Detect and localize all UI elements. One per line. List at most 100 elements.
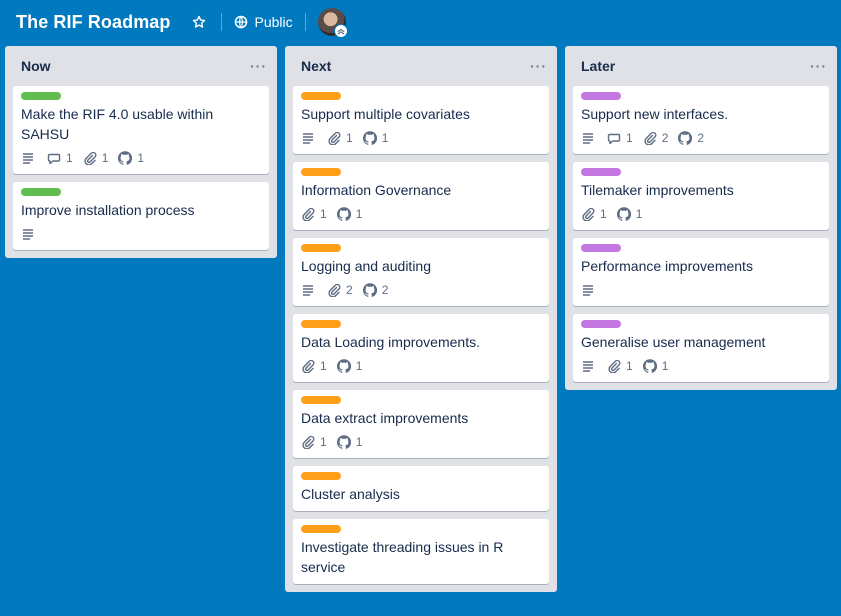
badge-count: 1: [101, 151, 109, 165]
attachments-badge: 1: [301, 207, 327, 221]
attachments-badge: 1: [83, 151, 109, 165]
list-menu-button[interactable]: ···: [530, 58, 547, 74]
badge-count: 2: [661, 131, 669, 145]
card-badges: [21, 222, 261, 246]
card-title: Tilemaker improvements: [581, 182, 734, 198]
card-label[interactable]: [301, 320, 341, 328]
card-badges: 11: [301, 430, 541, 454]
badge-count: 1: [355, 359, 363, 373]
github-icon: [362, 283, 382, 297]
card[interactable]: Information Governance 1 1: [293, 162, 549, 230]
card[interactable]: Make the RIF 4.0 usable within SAHSU 1 1 1: [13, 86, 269, 174]
card-title: Performance improvements: [581, 258, 753, 274]
github-badge: 2: [678, 131, 704, 145]
comment-icon: [607, 131, 626, 145]
description-icon: [21, 151, 35, 165]
card-title: Make the RIF 4.0 usable within SAHSU: [21, 106, 214, 142]
card-badges: [581, 278, 821, 302]
badge-count: 1: [600, 207, 607, 221]
description-icon: [581, 359, 595, 373]
attachment-icon: [327, 131, 346, 145]
list-menu-button[interactable]: ···: [810, 58, 827, 74]
card-badges: 1 1 1: [21, 146, 261, 170]
attachments-badge: 2: [643, 131, 669, 145]
attachment-icon: [301, 207, 320, 221]
github-badge: 1: [336, 359, 363, 373]
description-icon: [581, 283, 595, 297]
attachments-badge: 1: [301, 359, 327, 373]
badge-count: 1: [626, 359, 633, 373]
list-title[interactable]: Next: [301, 58, 331, 74]
card[interactable]: Logging and auditing 2 2: [293, 238, 549, 306]
card-badges: 11: [301, 354, 541, 378]
card[interactable]: Data extract improvements 1 1: [293, 390, 549, 458]
star-button[interactable]: [189, 12, 209, 32]
card-badges: 11: [301, 126, 541, 150]
card-title: Logging and auditing: [301, 258, 432, 274]
card-label[interactable]: [301, 396, 341, 404]
visibility-button[interactable]: Public: [234, 14, 293, 30]
card-label[interactable]: [21, 188, 61, 196]
badge-count: 1: [320, 207, 327, 221]
attachment-icon: [643, 131, 662, 145]
github-icon: [118, 151, 137, 165]
badge-count: 1: [137, 151, 145, 165]
card-title: Information Governance: [301, 182, 452, 198]
list-later: Later ··· Support new interfaces. 1 2 2 Tile…: [565, 46, 837, 390]
card-badges: 11: [581, 354, 821, 378]
board-title[interactable]: The RIF Roadmap: [16, 12, 171, 33]
card-label[interactable]: [301, 92, 341, 100]
card-label[interactable]: [301, 168, 341, 176]
badge-count: 2: [381, 283, 389, 297]
card-title: Support multiple covariates: [301, 106, 470, 122]
card[interactable]: Performance improvements: [573, 238, 829, 306]
card-label[interactable]: [301, 472, 341, 480]
list-title[interactable]: Now: [21, 58, 51, 74]
avatar[interactable]: [317, 8, 348, 38]
github-badge: 1: [336, 207, 363, 221]
attachment-icon: [607, 359, 626, 373]
card[interactable]: Support multiple covariates 1 1: [293, 86, 549, 154]
list-menu-button[interactable]: ···: [250, 58, 267, 74]
card[interactable]: Improve installation process: [13, 182, 269, 250]
desc-badge: [21, 227, 35, 241]
list-title[interactable]: Later: [581, 58, 615, 74]
admin-badge-icon: [333, 24, 348, 38]
badge-count: 1: [346, 131, 353, 145]
badge-count: 1: [661, 359, 669, 373]
list-now: Now ··· Make the RIF 4.0 usable within S…: [5, 46, 277, 258]
description-icon: [21, 227, 35, 241]
list-header: Now ···: [5, 46, 277, 86]
github-badge: 1: [362, 131, 389, 145]
card-label[interactable]: [581, 168, 621, 176]
attachments-badge: 2: [327, 283, 353, 297]
card[interactable]: Investigate threading issues in R servic…: [293, 519, 549, 584]
card-title: Improve installation process: [21, 202, 195, 218]
card-label[interactable]: [581, 92, 621, 100]
badge-count: 1: [355, 207, 363, 221]
card-label[interactable]: [21, 92, 61, 100]
header-divider: [304, 13, 306, 31]
card[interactable]: Generalise user management 1 1: [573, 314, 829, 382]
badge-count: 1: [381, 131, 389, 145]
github-badge: 1: [642, 359, 669, 373]
desc-badge: [581, 283, 595, 297]
card[interactable]: Cluster analysis: [293, 466, 549, 511]
card-list: Make the RIF 4.0 usable within SAHSU 1 1 1 I…: [5, 86, 277, 250]
card[interactable]: Data Loading improvements. 1 1: [293, 314, 549, 382]
visibility-label: Public: [254, 14, 293, 30]
board-header: The RIF Roadmap Public: [0, 0, 841, 44]
card-label[interactable]: [581, 244, 621, 252]
card[interactable]: Tilemaker improvements 1 1: [573, 162, 829, 230]
card-label[interactable]: [581, 320, 621, 328]
list-next: Next ··· Support multiple covariates 1 1 In…: [285, 46, 557, 592]
github-badge: 1: [616, 207, 642, 221]
card[interactable]: Support new interfaces. 1 2 2: [573, 86, 829, 154]
desc-badge: [301, 283, 315, 297]
github-icon: [362, 131, 382, 145]
github-icon: [336, 435, 356, 449]
desc-badge: [581, 131, 595, 145]
card-label[interactable]: [301, 244, 341, 252]
comments-badge: 1: [47, 151, 73, 165]
card-label[interactable]: [301, 525, 341, 533]
